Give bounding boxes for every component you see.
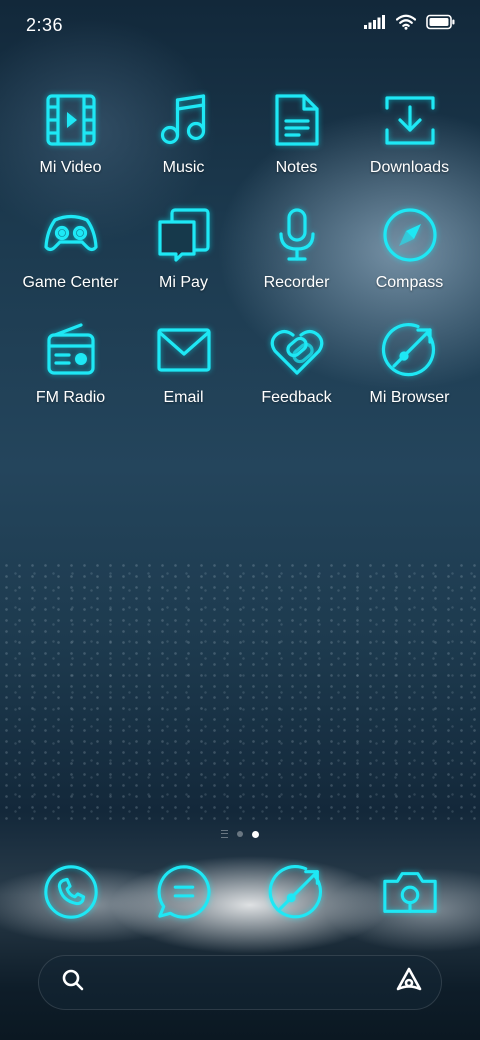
radio-icon xyxy=(41,320,101,380)
camera-icon xyxy=(380,862,440,922)
music-note-icon xyxy=(154,90,214,150)
search-bar[interactable] xyxy=(38,955,442,1010)
app-compass[interactable]: Compass xyxy=(353,205,466,292)
browser-icon xyxy=(267,862,327,922)
notes-icon xyxy=(267,90,327,150)
dock xyxy=(14,862,466,922)
status-time: 2:36 xyxy=(26,15,64,35)
browser-icon xyxy=(380,320,440,380)
app-label: Feedback xyxy=(261,389,332,406)
app-game-center[interactable]: Game Center xyxy=(14,205,127,292)
heart-link-icon xyxy=(267,320,327,380)
cards-icon xyxy=(154,205,214,265)
app-grid: Mi Video Music Notes Downloads Game Cent… xyxy=(14,90,466,407)
app-label: Music xyxy=(162,159,205,176)
app-fm-radio[interactable]: FM Radio xyxy=(14,320,127,407)
page-dot-active xyxy=(252,830,259,838)
app-label: Mi Video xyxy=(39,159,102,176)
app-notes[interactable]: Notes xyxy=(240,90,353,177)
app-label: Email xyxy=(163,389,204,406)
app-label: Mi Browser xyxy=(369,389,450,406)
search-input[interactable] xyxy=(95,972,385,993)
assistant-icon[interactable] xyxy=(395,966,423,999)
battery-icon xyxy=(426,14,456,35)
wifi-icon xyxy=(395,14,417,35)
app-downloads[interactable]: Downloads xyxy=(353,90,466,177)
signal-icon xyxy=(364,15,386,34)
gamepad-icon xyxy=(41,205,101,265)
page-dot xyxy=(237,831,243,837)
app-label: Game Center xyxy=(22,274,119,291)
wallpaper-rain xyxy=(0,560,480,820)
dock-camera[interactable] xyxy=(353,862,466,922)
app-label: Mi Pay xyxy=(159,274,208,291)
download-icon xyxy=(380,90,440,150)
app-feedback[interactable]: Feedback xyxy=(240,320,353,407)
dock-browser[interactable] xyxy=(240,862,353,922)
app-mi-browser[interactable]: Mi Browser xyxy=(353,320,466,407)
app-mi-video[interactable]: Mi Video xyxy=(14,90,127,177)
app-mi-pay[interactable]: Mi Pay xyxy=(127,205,240,292)
app-label: Downloads xyxy=(369,159,450,176)
message-icon xyxy=(154,862,214,922)
status-icons xyxy=(364,14,456,35)
app-label: FM Radio xyxy=(35,389,106,406)
dock-phone[interactable] xyxy=(14,862,127,922)
page-indicator[interactable] xyxy=(0,830,480,838)
app-music[interactable]: Music xyxy=(127,90,240,177)
app-label: Notes xyxy=(275,159,318,176)
envelope-icon xyxy=(154,320,214,380)
app-recorder[interactable]: Recorder xyxy=(240,205,353,292)
video-icon xyxy=(41,90,101,150)
search-icon[interactable] xyxy=(61,968,85,997)
app-email[interactable]: Email xyxy=(127,320,240,407)
compass-icon xyxy=(380,205,440,265)
app-label: Recorder xyxy=(263,274,330,291)
status-bar: 2:36 xyxy=(0,0,480,52)
dock-messages[interactable] xyxy=(127,862,240,922)
app-label: Compass xyxy=(375,274,444,291)
microphone-icon xyxy=(267,205,327,265)
phone-icon xyxy=(41,862,101,922)
page-dot-minus-one xyxy=(221,830,228,838)
